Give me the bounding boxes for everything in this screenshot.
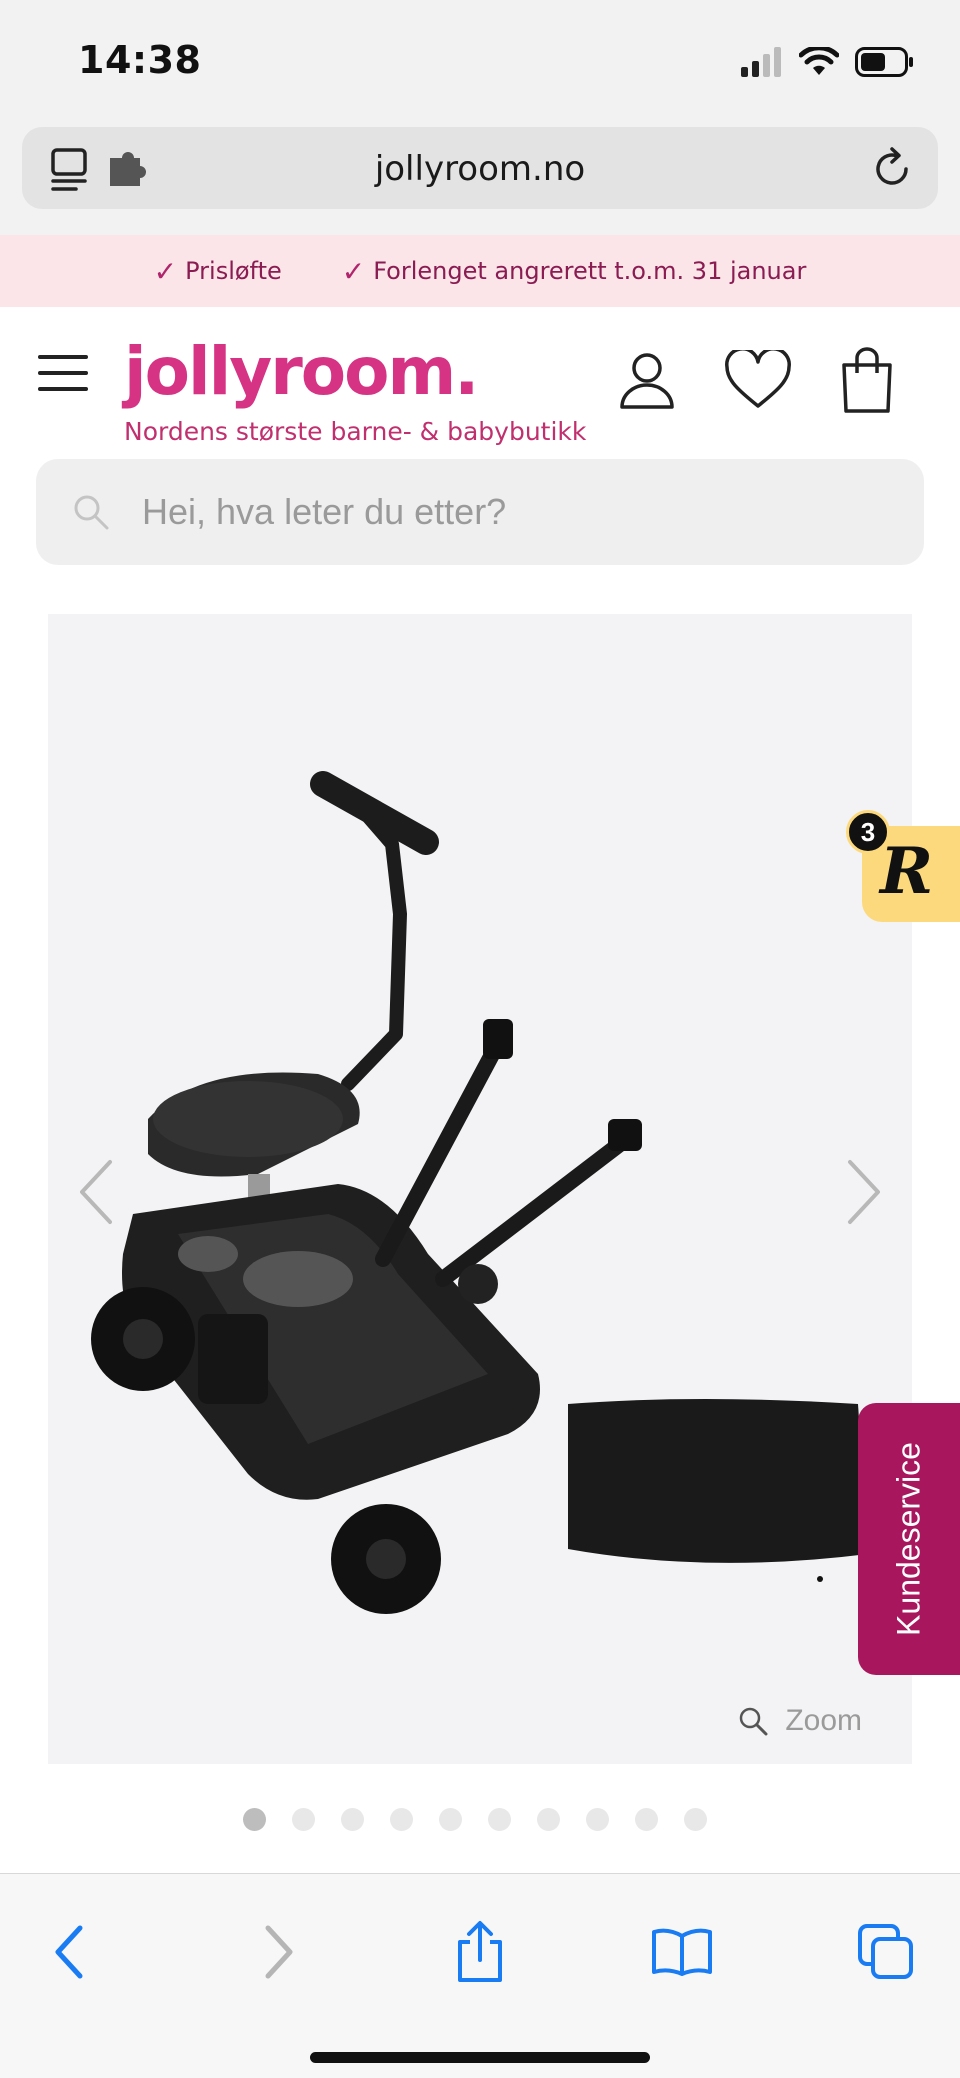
- tabs-button[interactable]: [846, 1912, 926, 1992]
- wishlist-heart-icon[interactable]: [724, 350, 792, 410]
- search-input[interactable]: [142, 487, 842, 537]
- customer-service-label: Kundeservice: [890, 1442, 927, 1636]
- pagination-dot[interactable]: [390, 1808, 413, 1831]
- gallery-prev-arrow-icon[interactable]: [72, 1156, 120, 1228]
- search-icon: [74, 495, 109, 530]
- pagination-dot[interactable]: [684, 1808, 707, 1831]
- pagination-dot[interactable]: [586, 1808, 609, 1831]
- forward-chevron-icon: [265, 1925, 293, 1979]
- gallery-pagination: [0, 1808, 960, 1831]
- site-header: jollyroom. Nordens største barne- & baby…: [0, 307, 960, 453]
- promo-label: Prisløfte: [185, 257, 282, 285]
- wifi-icon: [799, 47, 839, 75]
- tagline: Nordens største barne- & babybutikk: [124, 417, 587, 446]
- search-section: [0, 453, 960, 568]
- gallery-next-arrow-icon[interactable]: [840, 1156, 888, 1228]
- logo[interactable]: jollyroom.: [124, 333, 479, 410]
- menu-icon[interactable]: [38, 355, 88, 391]
- check-icon: ✓: [153, 254, 178, 288]
- product-image-gallery[interactable]: Zoom: [48, 614, 912, 1764]
- share-icon: [458, 1921, 502, 1982]
- product-content: Zoom: [0, 568, 960, 1873]
- shopping-bag-icon[interactable]: [840, 347, 894, 413]
- back-button[interactable]: [30, 1912, 110, 1992]
- browser-toolbar: [0, 1873, 960, 2078]
- reload-icon[interactable]: [868, 145, 916, 193]
- header-icons: [618, 347, 894, 413]
- bookmarks-button[interactable]: [642, 1912, 722, 1992]
- pagination-dot[interactable]: [292, 1808, 315, 1831]
- promo-label: Forlenget angrerett t.o.m. 31 januar: [373, 257, 807, 285]
- status-bar: 14:38: [0, 0, 960, 118]
- pagination-dot[interactable]: [488, 1808, 511, 1831]
- status-icons: [741, 42, 915, 82]
- pagination-dot[interactable]: [341, 1808, 364, 1831]
- pagination-dot[interactable]: [439, 1808, 462, 1831]
- url-text[interactable]: jollyroom.no: [22, 149, 938, 189]
- rewards-logo-icon[interactable]: R: [880, 834, 933, 909]
- customer-service-tab[interactable]: Kundeservice: [858, 1403, 960, 1675]
- breadcrumb-fragment: [120, 568, 600, 590]
- promo-item-price-promise[interactable]: ✓ Prisløfte: [154, 255, 282, 288]
- home-indicator: [310, 2052, 650, 2063]
- promo-item-extended-return[interactable]: ✓ Forlenget angrerett t.o.m. 31 januar: [342, 255, 807, 288]
- tabs-icon: [858, 1924, 913, 1979]
- back-chevron-icon: [55, 1925, 83, 1979]
- promo-strip: ✓ Prisløfte ✓ Forlenget angrerett t.o.m.…: [0, 235, 960, 307]
- cellular-signal-icon: [741, 47, 781, 77]
- share-button[interactable]: [440, 1912, 520, 1992]
- search-box[interactable]: [36, 459, 924, 565]
- product-image[interactable]: [48, 614, 912, 1764]
- forward-button[interactable]: [238, 1912, 318, 1992]
- rewards-count-badge: 3: [846, 810, 890, 854]
- address-bar[interactable]: jollyroom.no: [22, 127, 938, 209]
- pagination-dot[interactable]: [537, 1808, 560, 1831]
- pagination-dot[interactable]: [243, 1808, 266, 1831]
- pagination-dot[interactable]: [635, 1808, 658, 1831]
- zoom-button[interactable]: Zoom: [737, 1704, 862, 1738]
- zoom-magnifier-icon: [740, 1707, 768, 1736]
- page: 14:38 jollyroom.no ✓ Prisløfte ✓ Forleng…: [0, 0, 960, 2078]
- account-icon[interactable]: [618, 351, 676, 409]
- zoom-label: Zoom: [785, 1704, 862, 1737]
- status-time: 14:38: [78, 38, 202, 82]
- battery-icon: [855, 47, 913, 77]
- bookmarks-book-icon: [652, 1928, 712, 1976]
- check-icon: ✓: [341, 254, 366, 288]
